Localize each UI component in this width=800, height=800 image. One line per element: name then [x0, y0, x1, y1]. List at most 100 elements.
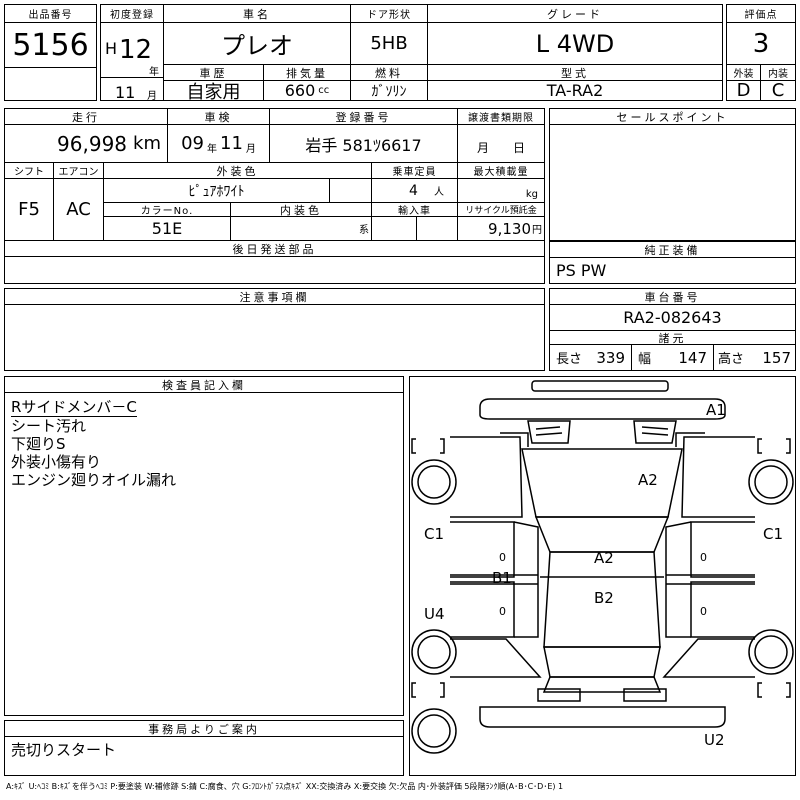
inspector-line: 外装小傷有り [11, 453, 102, 471]
recycle-cell: 9,130 円 [458, 217, 544, 241]
mark-zero: 0 [499, 605, 506, 618]
header-lot: 出品番号 5156 [4, 4, 97, 101]
door-type: 5HB [351, 23, 428, 65]
model: TA-RA2 [546, 81, 604, 100]
fuel: ｶﾞｿﾘﾝ [351, 81, 428, 100]
import-label: 輸入車 [372, 203, 458, 217]
capacity-cell: 4 人 [372, 179, 458, 203]
exterior-grade: D [727, 81, 761, 100]
inspector-line: エンジン廻りオイル漏れ [11, 471, 177, 489]
insp-month-unit: 月 [245, 144, 256, 155]
notes: 注意事項欄 [4, 288, 545, 371]
displacement: 660 [284, 81, 316, 100]
first-reg-label: 初度登録 [101, 5, 164, 23]
insp-year-unit: 年 [207, 144, 217, 155]
office-notice: 事務局よりご案内 売切りスタート [4, 720, 404, 776]
car-name-label: 車名 [164, 5, 351, 23]
sales-points-label: セールスポイント [550, 109, 795, 125]
reg-year: 12 [119, 35, 153, 65]
mark-zero: 0 [700, 551, 707, 564]
width-label: 幅 [638, 352, 652, 367]
dims-label: 諸元 [550, 331, 795, 345]
mark-c1-left: C1 [424, 525, 445, 543]
first-reg-cell: H 12 年 11 月 [101, 23, 164, 100]
later-parts-value [5, 257, 544, 283]
chassis-label: 車台番号 [550, 289, 795, 305]
capacity-unit: 人 [433, 187, 444, 198]
mark-zero: 0 [499, 551, 506, 564]
mileage-label: 走行 [5, 109, 168, 125]
reg-no-label: 登録番号 [270, 109, 458, 125]
header-score: 評価点 3 外装 内装 D C [726, 4, 796, 101]
ext-color-extra [330, 179, 372, 203]
car-name: プレオ [164, 23, 351, 65]
interior-label: 内装 [761, 65, 795, 81]
era: H [105, 39, 118, 58]
mark-zero: 0 [700, 605, 707, 618]
recycle-label: リサイクル預託金 [458, 203, 544, 217]
fuel-label: 燃料 [351, 65, 428, 81]
damage-diagram: A1 A2 C1 C1 A2 B1 B2 U4 U2 0 0 0 0 [409, 376, 796, 776]
transfer-month: 月 [476, 141, 489, 155]
exterior-label: 外装 [727, 65, 761, 81]
height-label: 高さ [718, 352, 745, 367]
legend: A:ｷｽﾞ U:ﾍｺﾐ B:ｷｽﾞを伴うﾍｺﾐ P:要塗装 W:補修跡 S:錆 … [6, 782, 564, 791]
office-text: 売切りスタート [11, 741, 117, 759]
length: 339 [596, 348, 625, 367]
equipment-value: PS PW [556, 261, 607, 280]
color-no: 51E [104, 217, 231, 241]
import-a [372, 217, 417, 241]
displacement-unit: cc [318, 85, 330, 96]
insp-month: 11 [220, 133, 243, 154]
recycle-unit: 円 [532, 225, 542, 236]
office-label: 事務局よりご案内 [5, 721, 403, 737]
max-load-unit: kg [525, 189, 538, 200]
mark-a2-hood: A2 [638, 471, 658, 489]
mark-a1: A1 [706, 401, 726, 419]
transfer-cell: 月 日 [458, 125, 544, 163]
chassis-number: RA2-082643 [550, 305, 795, 331]
month-unit: 月 [147, 91, 157, 100]
inspector-label: 検査員記入欄 [5, 377, 403, 393]
mark-b1: B1 [492, 569, 512, 587]
later-parts-label: 後日発送部品 [5, 241, 544, 257]
displacement-cell: 660 cc [264, 81, 351, 100]
sales-points: セールスポイント [549, 108, 796, 241]
mark-u4: U4 [424, 605, 445, 623]
max-load-label: 最大積載量 [458, 163, 544, 179]
inspection-label: 車検 [168, 109, 270, 125]
int-color-cell: 系 [231, 217, 372, 241]
equipment: 純正装備 PS PW [549, 241, 796, 284]
inspector-line: シート汚れ [11, 417, 87, 435]
header-main: 初度登録 車名 ドア形状 グレード H 12 年 11 月 プレオ 5HB L … [100, 4, 723, 101]
mark-a2-roof: A2 [594, 549, 614, 567]
interior-grade: C [771, 81, 785, 100]
model-label: 型式 [428, 65, 722, 81]
import-b [417, 217, 458, 241]
equipment-label: 純正装備 [550, 242, 795, 258]
recycle: 9,130 [488, 219, 531, 238]
ext-color: ﾋﾟｭｱﾎﾜｲﾄ [104, 179, 330, 203]
ac-label: エアコン [54, 163, 104, 179]
inspector-remarks: 検査員記入欄 Rサイドメンバ－C シート汚れ 下廻りS 外装小傷有り エンジン廻… [4, 376, 404, 716]
length-label: 長さ [556, 352, 583, 367]
car-diagram [411, 380, 794, 754]
height: 157 [762, 348, 791, 367]
insp-year: 09 [181, 133, 204, 154]
inspector-line: Rサイドメンバ－C [11, 398, 137, 417]
width: 147 [678, 348, 707, 367]
width-cell: 幅 147 [632, 345, 714, 370]
mark-c1-right: C1 [763, 525, 784, 543]
max-load-cell: kg [458, 179, 544, 203]
year-unit: 年 [149, 67, 159, 78]
inspection-cell: 09 年 11 月 [168, 125, 270, 163]
notes-label: 注意事項欄 [5, 289, 544, 305]
capacity: 4 [409, 182, 418, 199]
grade-label: グレード [428, 5, 722, 23]
length-cell: 長さ 339 [550, 345, 632, 370]
int-color-label: 内装色 [231, 203, 372, 217]
score: 3 [727, 23, 795, 65]
shift-label: シフト [5, 163, 54, 179]
lot-number: 5156 [5, 23, 96, 68]
shift: F5 [5, 179, 54, 241]
